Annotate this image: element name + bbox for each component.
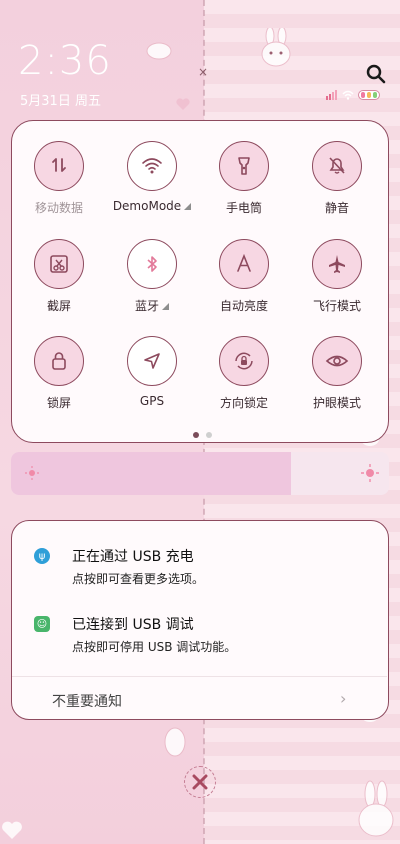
tile-airplane[interactable]: 飞行模式 xyxy=(297,239,377,314)
tile-toggle[interactable] xyxy=(34,239,84,289)
tile-label: 静音 xyxy=(324,201,349,215)
tile-toggle[interactable] xyxy=(34,336,84,386)
page-dot-active xyxy=(193,432,199,438)
gps-arrow-icon xyxy=(144,353,160,369)
tile-bluetooth[interactable]: 蓝牙 xyxy=(112,239,192,314)
wifi-status-icon xyxy=(342,90,354,100)
tile-lock-screen[interactable]: 锁屏 xyxy=(19,336,99,411)
quick-settings-panel: 移动数据 DemoMode 手电筒 静音截屏 蓝牙 自动亮度 飞行模式锁屏 GPS 方向锁定 护眼… xyxy=(11,120,389,443)
android-debug-icon: ☺ xyxy=(34,616,50,632)
tile-label: DemoMode xyxy=(112,199,192,213)
tile-toggle[interactable] xyxy=(219,336,269,386)
tile-flashlight[interactable]: 手电筒 xyxy=(204,141,284,216)
tile-label: 护眼模式 xyxy=(312,396,361,410)
tile-toggle[interactable] xyxy=(127,336,177,386)
tile-eye-care[interactable]: 护眼模式 xyxy=(297,336,377,411)
unimportant-notifications-link[interactable]: 不重要通知 xyxy=(52,691,122,711)
auto-brightness-icon xyxy=(237,253,251,272)
clear-all-button[interactable] xyxy=(184,766,216,798)
more-options-icon xyxy=(162,303,169,310)
tile-auto-brightness[interactable]: 自动亮度 xyxy=(204,239,284,314)
tile-gps[interactable]: GPS xyxy=(112,336,192,408)
brightness-fill xyxy=(11,452,291,495)
tile-label: GPS xyxy=(139,394,165,408)
notification-title: 已连接到 USB 调试 xyxy=(72,617,194,633)
x-mark-decoration: × xyxy=(198,65,209,79)
mute-bell-icon xyxy=(329,157,345,174)
tile-label: 自动亮度 xyxy=(219,299,268,313)
tile-toggle[interactable] xyxy=(219,141,269,191)
carrot-decoration-icon xyxy=(164,727,186,757)
tile-label: 方向锁定 xyxy=(219,396,268,410)
notification-subtitle: 点按即可停用 USB 调试功能。 xyxy=(72,640,237,654)
tile-label: 移动数据 xyxy=(34,201,83,215)
bunny-decoration-icon xyxy=(261,28,291,67)
brightness-slider[interactable] xyxy=(11,452,389,495)
tile-mobile-data[interactable]: 移动数据 xyxy=(19,141,99,216)
page-indicator xyxy=(193,432,212,438)
flashlight-icon xyxy=(238,157,250,175)
lock-icon xyxy=(52,352,66,370)
candy-decoration-icon xyxy=(146,42,172,60)
heart-decoration-icon xyxy=(176,98,190,110)
tile-toggle[interactable] xyxy=(127,141,177,191)
tile-label: 截屏 xyxy=(46,299,71,313)
mobile-data-icon xyxy=(52,158,66,172)
chevron-right-icon[interactable]: › xyxy=(340,689,346,708)
close-icon xyxy=(192,774,208,790)
clock-date: 5月31日 周五 xyxy=(20,94,101,109)
airplane-icon xyxy=(329,255,345,273)
brightness-low-icon xyxy=(25,466,39,480)
tile-toggle[interactable] xyxy=(34,141,84,191)
wifi-icon xyxy=(142,158,162,174)
heart-decoration-icon xyxy=(2,821,22,839)
notification-subtitle: 点按即可查看更多选项。 xyxy=(72,572,205,586)
page-dot[interactable] xyxy=(206,432,212,438)
tile-rotation-lock[interactable]: 方向锁定 xyxy=(204,336,284,411)
eye-icon xyxy=(325,355,349,367)
tile-toggle[interactable] xyxy=(312,239,362,289)
notification-usb-charging[interactable]: ψ 正在通过 USB 充电 点按即可查看更多选项。 xyxy=(34,546,374,586)
tile-label: 锁屏 xyxy=(46,396,71,410)
more-options-icon xyxy=(184,203,192,210)
bluetooth-icon xyxy=(147,256,157,272)
tile-mute[interactable]: 静音 xyxy=(297,141,377,216)
battery-icon xyxy=(358,90,380,100)
brightness-high-icon xyxy=(361,464,379,482)
tile-toggle[interactable] xyxy=(127,239,177,289)
notification-usb-debugging[interactable]: ☺ 已连接到 USB 调试 点按即可停用 USB 调试功能。 xyxy=(34,614,374,654)
tile-wifi[interactable]: DemoMode xyxy=(112,141,192,213)
rotation-lock-icon xyxy=(235,352,253,370)
tile-toggle[interactable] xyxy=(312,336,362,386)
tile-toggle[interactable] xyxy=(219,239,269,289)
screenshot-scissors-icon xyxy=(50,255,68,273)
usb-icon: ψ xyxy=(34,548,50,564)
tile-label: 手电筒 xyxy=(225,201,262,215)
signal-icon xyxy=(326,90,337,100)
divider xyxy=(12,676,387,677)
status-bar-icons xyxy=(326,90,380,100)
bunny-decoration-icon xyxy=(358,780,394,837)
search-icon[interactable] xyxy=(366,64,386,84)
notification-title: 正在通过 USB 充电 xyxy=(72,549,194,565)
tile-screenshot[interactable]: 截屏 xyxy=(19,239,99,314)
tile-toggle[interactable] xyxy=(312,141,362,191)
clock-time: 2:36 xyxy=(18,38,112,84)
notification-card: ψ 正在通过 USB 充电 点按即可查看更多选项。 ☺ 已连接到 USB 调试 … xyxy=(11,520,389,720)
tile-label: 蓝牙 xyxy=(112,297,192,314)
tile-label: 飞行模式 xyxy=(312,299,361,313)
